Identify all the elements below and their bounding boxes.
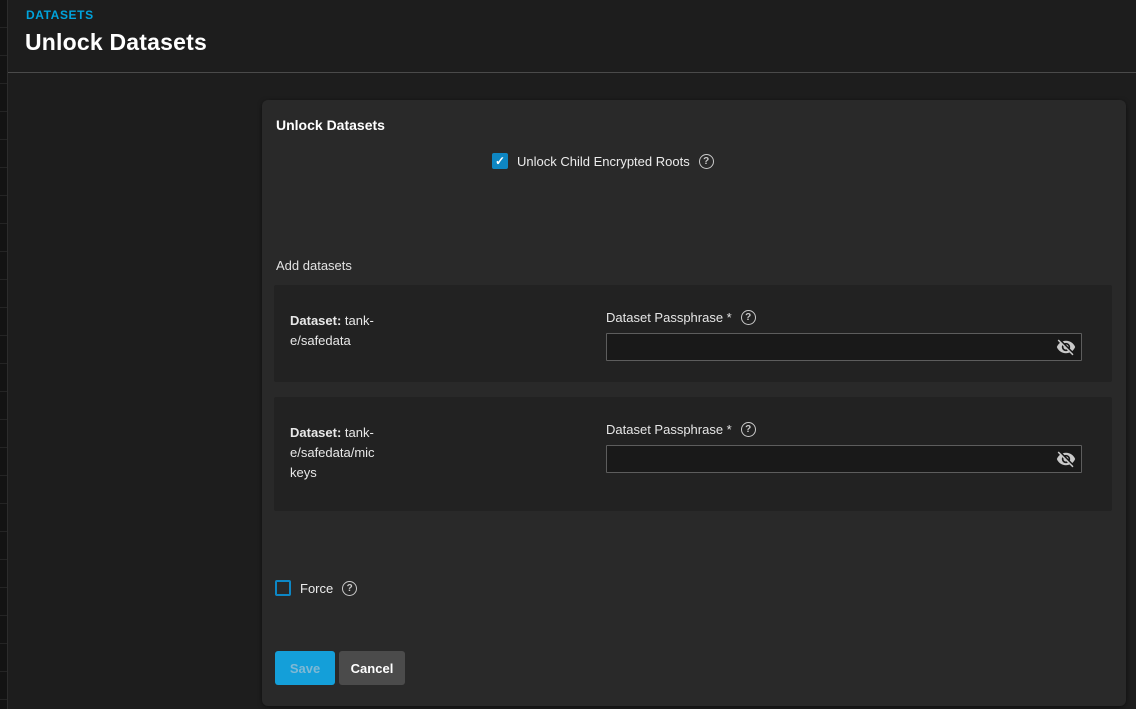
breadcrumb-datasets-link[interactable]: DATASETS bbox=[26, 8, 94, 22]
form-title: Unlock Datasets bbox=[276, 117, 385, 133]
save-button[interactable]: Save bbox=[275, 651, 335, 685]
dataset-row: Dataset: tank-e/safedata/mickeys Dataset… bbox=[274, 397, 1112, 511]
passphrase-input[interactable] bbox=[606, 445, 1082, 473]
passphrase-input[interactable] bbox=[606, 333, 1082, 361]
help-icon[interactable]: ? bbox=[342, 581, 357, 596]
unlock-datasets-card: Unlock Datasets ✓ Unlock Child Encrypted… bbox=[262, 100, 1126, 706]
checkmark-icon: ✓ bbox=[495, 155, 505, 167]
passphrase-label: Dataset Passphrase * bbox=[606, 422, 732, 437]
unlock-child-label[interactable]: Unlock Child Encrypted Roots bbox=[517, 154, 690, 169]
cancel-button[interactable]: Cancel bbox=[339, 651, 405, 685]
help-icon[interactable]: ? bbox=[699, 154, 714, 169]
help-icon[interactable]: ? bbox=[741, 422, 756, 437]
passphrase-field: Dataset Passphrase * ? bbox=[606, 310, 1082, 361]
passphrase-field: Dataset Passphrase * ? bbox=[606, 422, 1082, 473]
dataset-row: Dataset: tank-e/safedata Dataset Passphr… bbox=[274, 285, 1112, 382]
collapsed-sidebar bbox=[0, 0, 8, 709]
dataset-name: Dataset: tank-e/safedata/mickeys bbox=[290, 423, 378, 483]
help-icon[interactable]: ? bbox=[741, 310, 756, 325]
dataset-name: Dataset: tank-e/safedata bbox=[290, 311, 378, 351]
force-label[interactable]: Force bbox=[300, 581, 333, 596]
force-checkbox[interactable] bbox=[275, 580, 291, 596]
form-actions: Save Cancel bbox=[275, 651, 405, 685]
visibility-off-icon bbox=[1056, 337, 1076, 357]
header-divider bbox=[8, 72, 1136, 73]
add-datasets-label: Add datasets bbox=[276, 258, 352, 273]
visibility-toggle[interactable] bbox=[1055, 337, 1077, 357]
visibility-toggle[interactable] bbox=[1055, 449, 1077, 469]
unlock-datasets-page: DATASETS Unlock Datasets Unlock Datasets… bbox=[0, 0, 1136, 709]
dataset-name-prefix: Dataset: bbox=[290, 313, 341, 328]
visibility-off-icon bbox=[1056, 449, 1076, 469]
dataset-name-prefix: Dataset: bbox=[290, 425, 341, 440]
force-row: Force ? bbox=[275, 580, 357, 596]
unlock-child-row: ✓ Unlock Child Encrypted Roots ? bbox=[492, 153, 714, 169]
passphrase-label: Dataset Passphrase * bbox=[606, 310, 732, 325]
page-title: Unlock Datasets bbox=[25, 29, 207, 56]
unlock-child-checkbox[interactable]: ✓ bbox=[492, 153, 508, 169]
